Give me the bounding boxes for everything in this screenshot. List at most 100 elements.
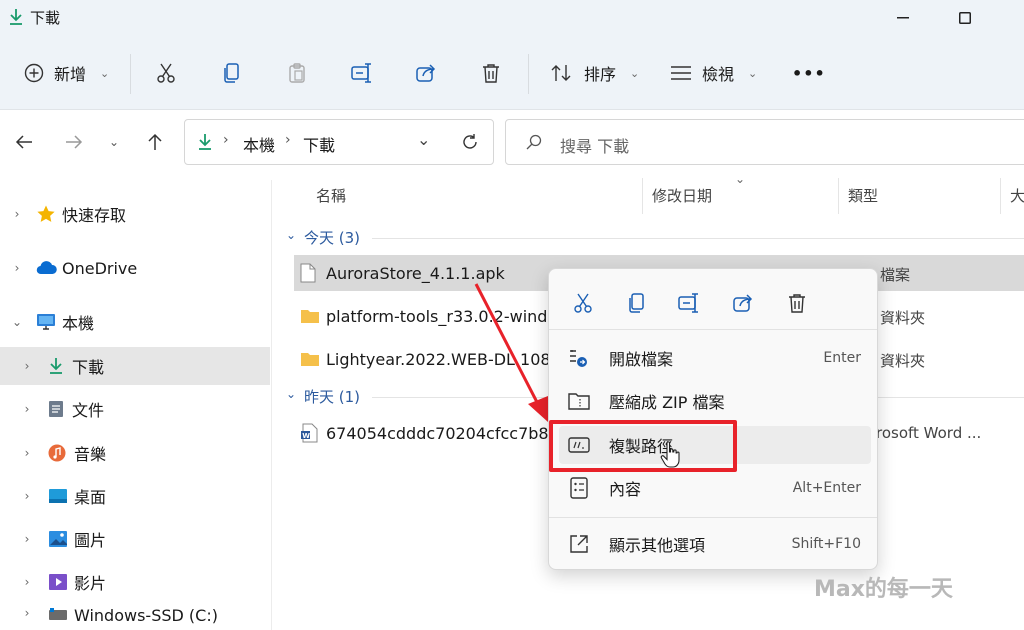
- menu-item-label: 壓縮成 ZIP 檔案: [609, 393, 725, 412]
- sidebar-item-documents[interactable]: › 文件: [0, 390, 270, 428]
- share-button[interactable]: [415, 58, 437, 88]
- forward-button[interactable]: [60, 128, 88, 156]
- toolbar-divider: [130, 54, 131, 94]
- group-header-yesterday[interactable]: 昨天 (1): [304, 386, 360, 407]
- chevron-right-icon: ›: [24, 446, 30, 460]
- breadcrumb-item[interactable]: 下載: [303, 132, 335, 156]
- column-header-name[interactable]: 名稱: [316, 185, 346, 206]
- file-type: 檔案: [880, 266, 911, 284]
- chevron-down-icon: ⌄: [11, 315, 23, 329]
- menu-item-label: 開啟檔案: [609, 350, 674, 369]
- share-icon: [732, 292, 754, 314]
- chevron-down-icon: ⌄: [630, 66, 640, 80]
- sidebar-item-downloads[interactable]: › 下載: [0, 347, 270, 385]
- paste-button[interactable]: [286, 58, 308, 88]
- minimize-button[interactable]: [888, 6, 918, 30]
- column-header-modified[interactable]: 修改日期: [652, 185, 712, 206]
- download-icon: [48, 357, 64, 375]
- back-button[interactable]: [10, 128, 38, 156]
- chevron-right-icon: ›: [24, 575, 30, 589]
- menu-item-label: 顯示其他選項: [609, 536, 706, 555]
- view-list-icon: [670, 65, 692, 81]
- sidebar-item-desktop[interactable]: › 桌面: [0, 477, 270, 515]
- rename-button[interactable]: [350, 58, 374, 88]
- address-history-chevron-icon[interactable]: ⌄: [417, 130, 430, 149]
- sidebar-item-label: 音樂: [74, 445, 107, 464]
- chevron-right-icon: ›: [24, 402, 30, 416]
- folder-icon: [300, 308, 320, 324]
- mouse-pointer-icon: [660, 441, 680, 468]
- download-icon: [8, 8, 24, 26]
- group-header-today[interactable]: 今天 (3): [304, 227, 360, 248]
- address-bar[interactable]: › 本機 › 下載 ⌄: [184, 119, 494, 165]
- up-button[interactable]: [141, 128, 169, 156]
- desktop-icon: [48, 488, 68, 504]
- menu-item-label: 內容: [609, 480, 642, 499]
- search-box[interactable]: 搜尋 下載: [505, 119, 1024, 165]
- view-button[interactable]: 檢視 ⌄: [670, 58, 757, 88]
- copy-icon: [221, 62, 243, 84]
- column-header-type[interactable]: 類型: [848, 185, 878, 206]
- sidebar-item-videos[interactable]: › 影片: [0, 563, 270, 601]
- new-label: 新增: [54, 65, 87, 84]
- breadcrumb-chevron-icon: ›: [285, 132, 291, 148]
- cut-button[interactable]: [155, 58, 177, 88]
- window-title: 下載: [30, 9, 61, 27]
- sort-button[interactable]: 排序 ⌄: [550, 58, 639, 88]
- sidebar-item-pictures[interactable]: › 圖片: [0, 520, 270, 558]
- menu-item-show-more-options[interactable]: 顯示其他選項 Shift+F10: [559, 525, 871, 563]
- context-rename-button[interactable]: [671, 289, 707, 317]
- menu-item-shortcut: Alt+Enter: [792, 480, 861, 496]
- svg-text:W: W: [302, 432, 310, 440]
- clipboard-icon: [286, 62, 308, 84]
- column-divider[interactable]: [642, 178, 643, 214]
- refresh-icon[interactable]: [461, 133, 479, 151]
- cloud-icon: [36, 260, 58, 276]
- context-cut-button[interactable]: [565, 289, 601, 317]
- maximize-button[interactable]: [950, 6, 980, 30]
- new-button[interactable]: 新增 ⌄: [24, 58, 109, 88]
- sidebar-item-quick-access[interactable]: › 快速存取: [0, 195, 270, 233]
- watermark: Max的每一天: [814, 577, 953, 602]
- breadcrumb-chevron-icon: ›: [223, 132, 229, 148]
- menu-item-compress-zip[interactable]: 壓縮成 ZIP 檔案: [559, 382, 871, 420]
- menu-divider: [549, 329, 877, 330]
- chevron-right-icon: ›: [24, 606, 30, 620]
- music-icon: [48, 444, 66, 462]
- menu-item-properties[interactable]: 內容 Alt+Enter: [559, 469, 871, 507]
- file-type: rosoft Word ...: [876, 424, 982, 442]
- group-collapse-icon[interactable]: ⌄: [286, 387, 296, 401]
- sidebar-item-this-pc[interactable]: ⌄ 本機: [0, 303, 270, 341]
- copy-icon: [626, 292, 648, 314]
- breadcrumb-item[interactable]: 本機: [243, 132, 275, 156]
- sidebar-item-onedrive[interactable]: › OneDrive: [0, 249, 270, 287]
- drive-icon: [48, 606, 68, 622]
- word-document-icon: W: [300, 423, 318, 443]
- delete-button[interactable]: [480, 58, 502, 88]
- sidebar-item-label: 桌面: [74, 488, 107, 507]
- context-copy-button[interactable]: [619, 289, 655, 317]
- more-button[interactable]: •••: [792, 58, 826, 88]
- trash-icon: [480, 62, 502, 84]
- chevron-right-icon: ›: [14, 207, 20, 221]
- file-type: 資料夾: [880, 352, 926, 370]
- recent-locations-button[interactable]: ⌄: [100, 128, 128, 156]
- chevron-right-icon: ›: [24, 359, 30, 373]
- menu-item-open-file[interactable]: 開啟檔案 Enter: [559, 339, 871, 377]
- context-delete-button[interactable]: [779, 289, 815, 317]
- view-label: 檢視: [702, 65, 735, 84]
- sidebar-item-music[interactable]: › 音樂: [0, 434, 270, 472]
- context-share-button[interactable]: [725, 289, 761, 317]
- column-divider[interactable]: [1000, 178, 1001, 214]
- column-header-size[interactable]: 大: [1010, 185, 1024, 206]
- rename-icon: [350, 62, 374, 84]
- sort-label: 排序: [584, 65, 617, 84]
- star-icon: [36, 204, 56, 224]
- menu-item-shortcut: Enter: [823, 350, 861, 366]
- file-icon: [300, 263, 316, 283]
- sidebar-item-c-drive[interactable]: › Windows-SSD (C:): [0, 606, 270, 630]
- copy-button[interactable]: [221, 58, 243, 88]
- group-collapse-icon[interactable]: ⌄: [286, 228, 296, 242]
- column-divider[interactable]: [838, 178, 839, 214]
- file-type: 資料夾: [880, 309, 926, 327]
